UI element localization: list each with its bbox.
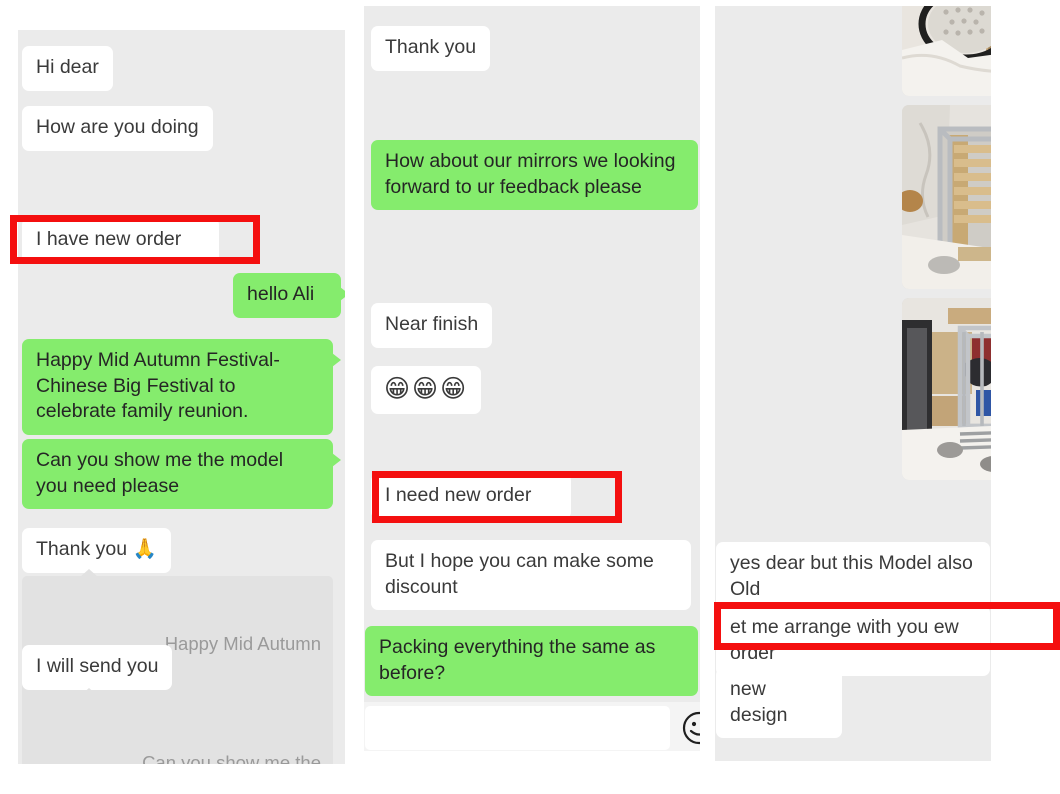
message-bubble-incoming[interactable]: new design [716,668,842,739]
message-bubble-incoming[interactable]: But I hope you can make some discount [371,540,691,611]
message-bubble-incoming-highlighted[interactable]: I need new order [371,474,571,519]
chat-panel-left-scroll[interactable]: Hi dear How are you doing I have new ord… [18,30,345,764]
quoted-message-bubble[interactable]: Can you show me the model you need pleas… [22,687,333,764]
chat-panel-left: Hi dear How are you doing I have new ord… [18,30,345,764]
chat-panel-middle: Thank you How about our mirrors we looki… [364,6,700,751]
message-bubble-incoming[interactable]: Thank you 🙏 [22,528,171,573]
screenshot-root: Hi dear How are you doing I have new ord… [0,0,1060,794]
message-bubble-incoming[interactable]: How are you doing [22,106,213,151]
message-bubble-outgoing[interactable]: Happy Mid Autumn Festival- Chinese Big F… [22,339,341,436]
composer-bar [364,702,700,751]
message-bubble-outgoing[interactable]: hello Ali [233,273,345,318]
message-bubble-emoji[interactable]: 😁😁😁 [371,366,482,414]
message-bubble-outgoing[interactable]: Packing everything the same as before? [365,626,698,697]
photo-message-round-mirror[interactable] [902,6,991,96]
emoji-smiley-icon[interactable] [682,711,700,745]
photo-message-framed-mirror[interactable] [902,105,991,289]
message-bubble-incoming[interactable]: Near finish [371,303,493,348]
message-bubble-incoming-highlighted[interactable]: et me arrange with you ew order [716,606,990,677]
message-bubble-outgoing[interactable]: Can you show me the model you need pleas… [22,439,341,510]
message-bubble-incoming[interactable]: Hi dear [22,46,113,91]
photo-message-stacked-mirrors[interactable] [902,298,991,480]
message-bubble-incoming[interactable]: yes dear but this Model also Old [716,542,990,613]
quoted-line-1: Can you show me the [142,751,321,764]
chat-panel-right: yes dear but this Model also Old et me a… [715,6,991,761]
message-bubble-incoming-highlighted[interactable]: I have new order [22,218,219,263]
chat-panel-right-scroll[interactable]: yes dear but this Model also Old et me a… [715,6,991,761]
message-input[interactable] [365,706,670,750]
message-bubble-incoming[interactable]: Thank you [371,26,491,71]
message-bubble-incoming[interactable]: I will send you [22,645,173,690]
chat-panel-middle-scroll[interactable]: Thank you How about our mirrors we looki… [364,6,700,751]
message-bubble-outgoing[interactable]: How about our mirrors we looking forward… [371,140,698,211]
